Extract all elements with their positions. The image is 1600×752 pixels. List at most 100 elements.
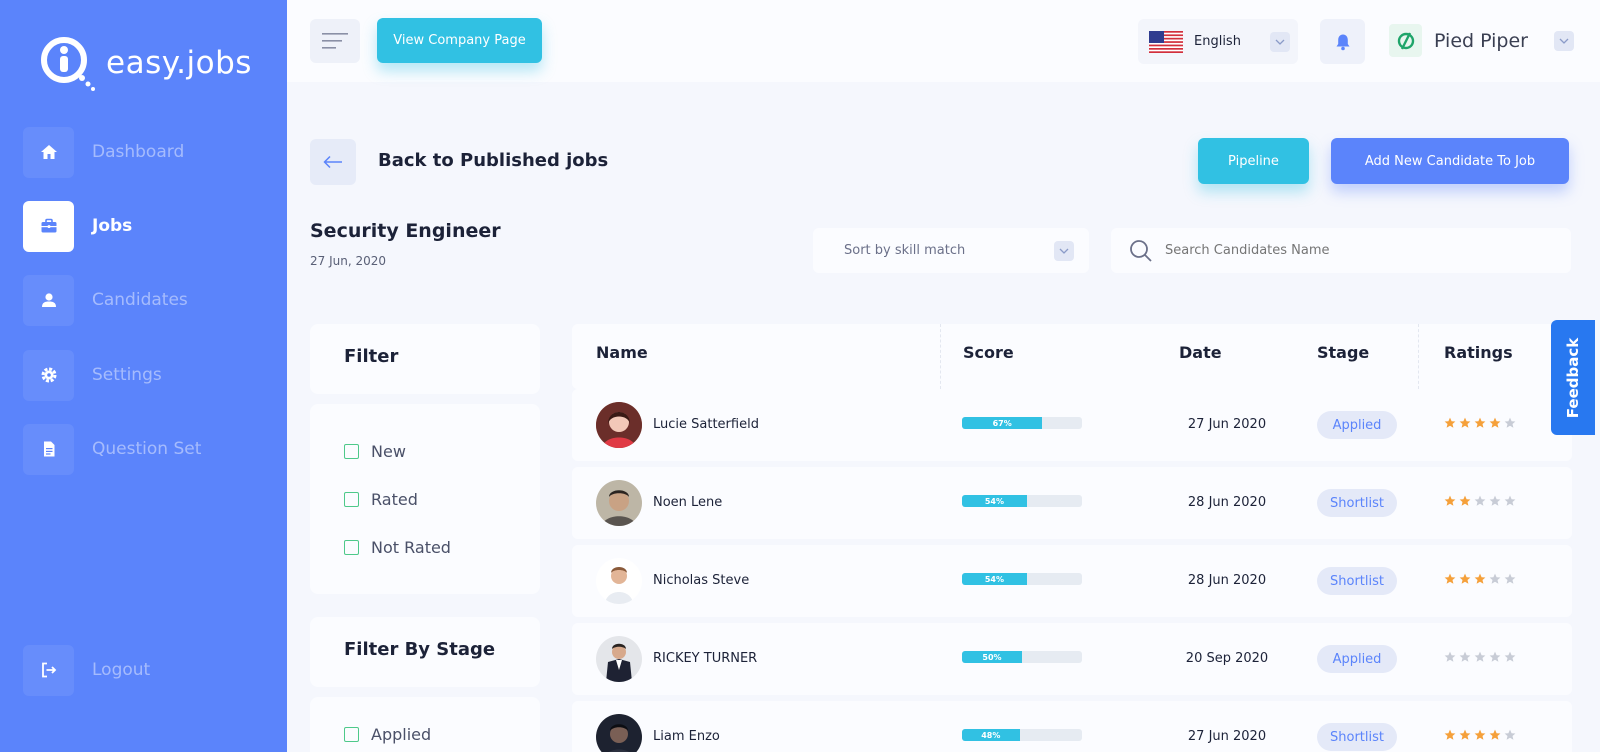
table-row[interactable]: Noen Lene 54% 28 Jun 2020 Shortlist <box>572 467 1572 539</box>
sidebar-item-jobs[interactable]: Jobs <box>23 200 273 252</box>
brand-name: easy.jobs <box>106 45 252 81</box>
column-header-score: Score <box>963 343 1014 362</box>
view-company-page-label: View Company Page <box>393 33 526 48</box>
column-header-ratings: Ratings <box>1444 343 1513 362</box>
logout-button[interactable]: Logout <box>23 644 273 696</box>
language-select[interactable]: English <box>1138 19 1298 64</box>
checkbox[interactable] <box>344 727 359 742</box>
chevron-down-icon <box>1559 38 1569 44</box>
avatar <box>596 480 642 526</box>
score-bar-fill: 50% <box>962 651 1022 663</box>
star-filled-icon <box>1444 573 1456 584</box>
column-header-name: Name <box>596 343 648 362</box>
star-empty-icon <box>1444 651 1456 662</box>
company-dropdown-toggle[interactable] <box>1554 30 1574 51</box>
view-company-page-button[interactable]: View Company Page <box>377 18 542 63</box>
star-empty-icon <box>1489 651 1501 662</box>
filter-option-label: Rated <box>371 490 418 509</box>
company-switcher[interactable]: Pied Piper <box>1389 24 1574 57</box>
feedback-label: Feedback <box>1564 337 1583 418</box>
score-bar: 67% <box>962 417 1082 429</box>
sidebar-item-settings[interactable]: Settings <box>23 349 273 401</box>
filter-option-label: Not Rated <box>371 538 451 557</box>
table-row[interactable]: Nicholas Steve 54% 28 Jun 2020 Shortlist <box>572 545 1572 617</box>
back-button[interactable] <box>310 139 356 185</box>
sidebar-item-label: Question Set <box>92 439 202 459</box>
feedback-tab[interactable]: Feedback <box>1551 320 1595 435</box>
star-empty-icon <box>1459 651 1471 662</box>
gear-icon <box>41 367 56 383</box>
star-empty-icon <box>1474 495 1486 506</box>
language-label: English <box>1194 34 1241 49</box>
candidate-date: 27 Jun 2020 <box>1187 417 1267 432</box>
back-to-published-jobs-link[interactable]: Back to Published jobs <box>378 150 608 171</box>
candidate-name[interactable]: Liam Enzo <box>653 729 720 744</box>
filter-by-stage-header: Filter By Stage <box>310 617 540 687</box>
sort-dropdown-toggle[interactable] <box>1054 240 1074 261</box>
notifications-button[interactable] <box>1320 19 1365 64</box>
star-filled-icon <box>1474 573 1486 584</box>
sidebar-item-label: Dashboard <box>92 142 185 162</box>
star-filled-icon <box>1474 417 1486 428</box>
checkbox[interactable] <box>344 492 359 507</box>
score-bar: 48% <box>962 729 1082 741</box>
sidebar-item-candidates[interactable]: Candidates <box>23 274 273 326</box>
menu-toggle-button[interactable] <box>310 19 360 63</box>
candidate-name[interactable]: Lucie Satterfield <box>653 417 759 432</box>
us-flag-icon <box>1149 30 1183 53</box>
brand-logo[interactable]: easy.jobs <box>38 34 252 92</box>
sidebar-item-question-set[interactable]: Question Set <box>23 423 273 475</box>
arrow-left-icon <box>323 155 342 169</box>
hamburger-menu-icon <box>322 33 348 49</box>
candidate-date: 27 Jun 2020 <box>1187 729 1267 744</box>
search-input[interactable] <box>1165 243 1545 258</box>
chevron-down-icon <box>1275 39 1285 45</box>
easyjobs-logo-icon <box>38 34 98 92</box>
filter-option-new[interactable]: New <box>344 442 406 461</box>
filter-title: Filter <box>344 346 399 367</box>
pipeline-button[interactable]: Pipeline <box>1198 138 1309 184</box>
avatar <box>596 714 642 752</box>
stage-option-applied[interactable]: Applied <box>344 725 431 744</box>
star-empty-icon <box>1504 573 1516 584</box>
star-empty-icon <box>1489 495 1501 506</box>
rating-stars <box>1444 495 1519 507</box>
filter-option-not-rated[interactable]: Not Rated <box>344 538 451 557</box>
document-icon <box>43 441 54 457</box>
logout-icon <box>41 662 56 678</box>
add-new-candidate-button[interactable]: Add New Candidate To Job <box>1331 138 1569 184</box>
star-filled-icon <box>1444 729 1456 740</box>
score-bar-fill: 67% <box>962 417 1043 429</box>
rating-stars <box>1444 573 1519 585</box>
column-header-stage: Stage <box>1317 343 1370 362</box>
filter-options: New Rated Not Rated <box>310 404 540 594</box>
user-icon <box>41 293 56 307</box>
star-empty-icon <box>1474 651 1486 662</box>
sidebar-item-dashboard[interactable]: Dashboard <box>23 126 273 178</box>
checkbox[interactable] <box>344 444 359 459</box>
job-date: 27 Jun, 2020 <box>310 254 387 268</box>
star-empty-icon <box>1504 417 1516 428</box>
sort-select[interactable]: Sort by skill match <box>813 228 1089 273</box>
table-row[interactable]: Lucie Satterfield 67% 27 Jun 2020 Applie… <box>572 389 1572 461</box>
rating-stars <box>1444 651 1519 663</box>
sidebar: easy.jobs Dashboard Jobs Candidates Sett… <box>0 0 287 752</box>
checkbox[interactable] <box>344 540 359 555</box>
score-bar-fill: 48% <box>962 729 1020 741</box>
score-bar: 50% <box>962 651 1082 663</box>
candidate-name[interactable]: Noen Lene <box>653 495 722 510</box>
stage-badge: Shortlist <box>1317 567 1397 595</box>
language-dropdown-toggle[interactable] <box>1270 31 1290 52</box>
filter-option-rated[interactable]: Rated <box>344 490 418 509</box>
avatar <box>596 402 642 448</box>
candidate-date: 28 Jun 2020 <box>1187 573 1267 588</box>
table-row[interactable]: RICKEY TURNER 50% 20 Sep 2020 Applied <box>572 623 1572 695</box>
table-row[interactable]: Liam Enzo 48% 27 Jun 2020 Shortlist <box>572 701 1572 752</box>
search-icon <box>1130 239 1152 262</box>
avatar <box>596 636 642 682</box>
score-bar-fill: 54% <box>962 495 1027 507</box>
filter-by-stage-title: Filter By Stage <box>344 639 496 660</box>
candidate-name[interactable]: RICKEY TURNER <box>653 651 757 666</box>
star-filled-icon <box>1489 417 1501 428</box>
candidate-name[interactable]: Nicholas Steve <box>653 573 749 588</box>
